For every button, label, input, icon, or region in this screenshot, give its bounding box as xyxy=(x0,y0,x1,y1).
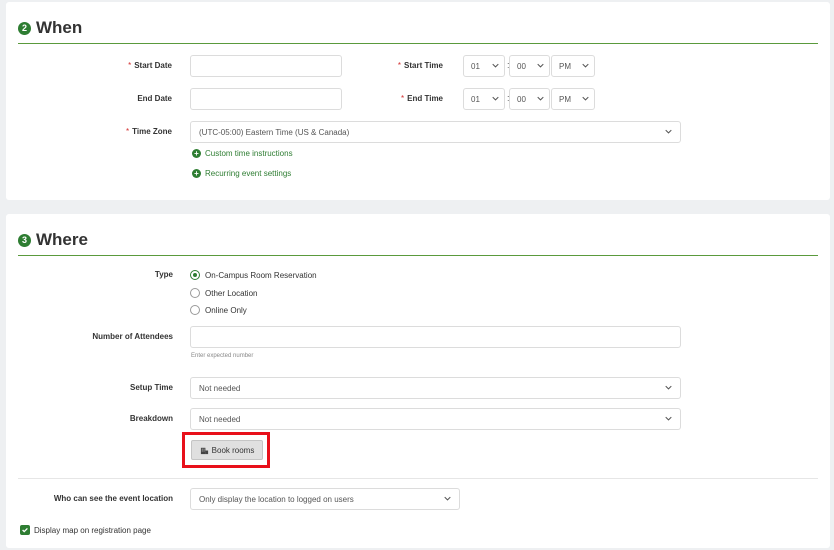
where-heading: 3 Where xyxy=(18,230,88,250)
end-date-label: End Date xyxy=(137,94,172,103)
plus-circle-icon: + xyxy=(192,169,201,178)
display-map-checkbox-row[interactable]: Display map on registration page xyxy=(20,525,151,535)
start-hour-select[interactable]: 01 xyxy=(463,55,505,77)
attendees-input[interactable] xyxy=(190,326,681,348)
end-minute-select[interactable]: 00 xyxy=(509,88,550,110)
chevron-down-icon xyxy=(537,63,544,68)
recurring-event-settings-link[interactable]: + Recurring event settings xyxy=(192,169,291,178)
chevron-down-icon xyxy=(492,63,499,68)
where-title: Where xyxy=(36,230,88,249)
chevron-down-icon xyxy=(582,96,589,101)
breakdown-label: Breakdown xyxy=(129,414,173,423)
chevron-down-icon xyxy=(665,416,672,421)
start-date-label: * Start Date xyxy=(128,61,172,70)
type-label: Type xyxy=(154,270,173,279)
radio-selected-icon[interactable] xyxy=(190,270,200,280)
chevron-down-icon xyxy=(665,129,672,134)
start-minute-select[interactable]: 00 xyxy=(509,55,550,77)
custom-time-instructions-link[interactable]: + Custom time instructions xyxy=(192,149,293,158)
setup-time-label: Setup Time xyxy=(130,383,173,392)
chevron-down-icon xyxy=(444,496,451,501)
time-zone-label: * Time Zone xyxy=(126,127,172,136)
start-time-label: * Start Time xyxy=(397,61,443,70)
section-divider xyxy=(18,478,818,479)
time-zone-select[interactable]: (UTC-05:00) Eastern Time (US & Canada) xyxy=(190,121,681,143)
end-hour-select[interactable]: 01 xyxy=(463,88,505,110)
book-rooms-button[interactable]: Book rooms xyxy=(191,440,263,460)
attendees-help-text: Enter expected number xyxy=(191,353,254,359)
breakdown-select[interactable]: Not needed xyxy=(190,408,681,430)
plus-circle-icon: + xyxy=(192,149,201,158)
when-title: When xyxy=(36,18,83,37)
type-radio-online-only[interactable]: Online Only xyxy=(190,305,247,315)
start-ampm-select[interactable]: PM xyxy=(551,55,595,77)
end-time-label: * End Time xyxy=(401,94,443,103)
end-ampm-select[interactable]: PM xyxy=(551,88,595,110)
chevron-down-icon xyxy=(492,96,499,101)
radio-icon[interactable] xyxy=(190,305,200,315)
building-icon xyxy=(200,447,208,454)
step-badge-3: 3 xyxy=(18,233,31,247)
chevron-down-icon xyxy=(537,96,544,101)
visibility-label: Who can see the event location xyxy=(53,494,173,503)
chevron-down-icon xyxy=(582,63,589,68)
checkbox-checked-icon[interactable] xyxy=(20,525,30,535)
setup-time-select[interactable]: Not needed xyxy=(190,377,681,399)
when-heading-rule xyxy=(18,43,818,44)
attendees-label: Number of Attendees xyxy=(92,332,173,341)
type-radio-on-campus[interactable]: On-Campus Room Reservation xyxy=(190,270,317,280)
when-heading: 2 When xyxy=(18,18,82,38)
step-badge-2: 2 xyxy=(18,21,31,35)
start-date-input[interactable] xyxy=(190,55,342,77)
type-radio-other-location[interactable]: Other Location xyxy=(190,288,257,298)
chevron-down-icon xyxy=(665,385,672,390)
end-date-input[interactable] xyxy=(190,88,342,110)
where-heading-rule xyxy=(18,255,818,256)
radio-icon[interactable] xyxy=(190,288,200,298)
visibility-select[interactable]: Only display the location to logged on u… xyxy=(190,488,460,510)
